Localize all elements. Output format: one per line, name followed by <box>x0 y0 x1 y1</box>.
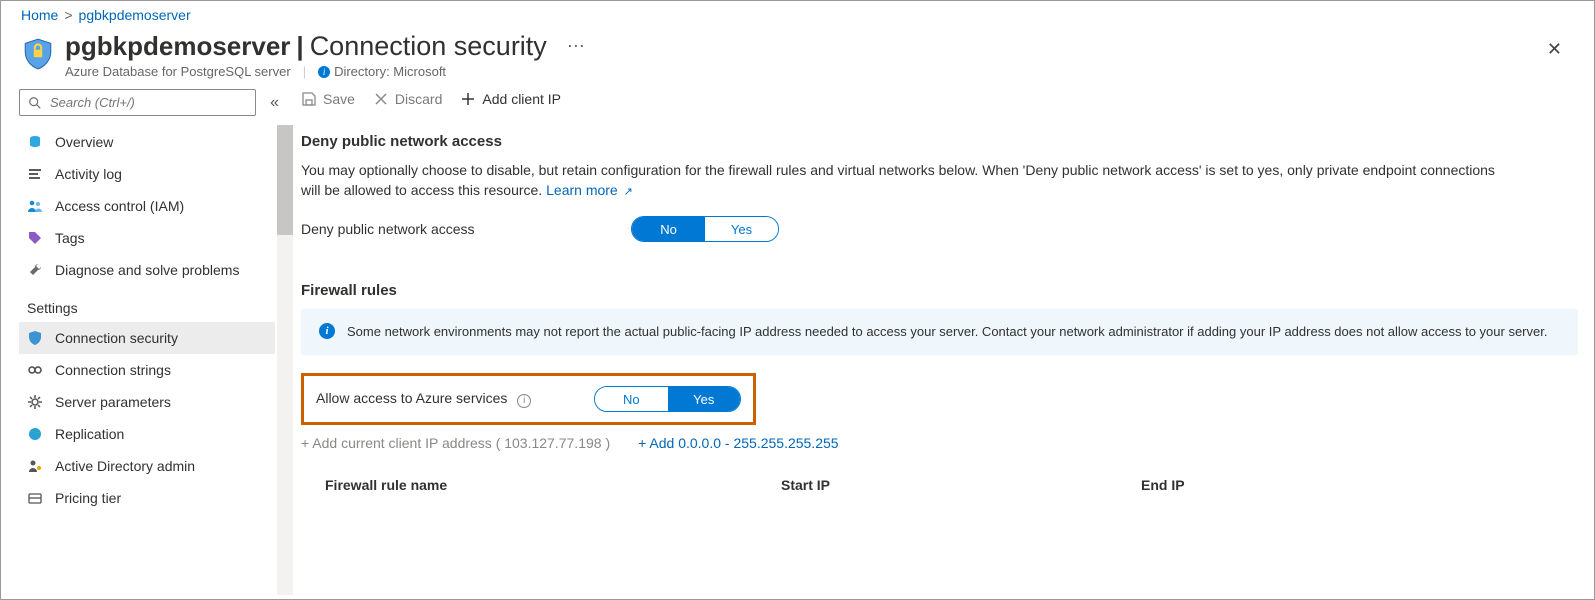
sidebar-item-server-parameters[interactable]: Server parameters <box>19 386 275 418</box>
sidebar-item-label: Connection security <box>55 330 178 346</box>
col-end-ip: End IP <box>1141 477 1461 493</box>
sidebar-nav: Overview Activity log Access control (IA… <box>19 126 293 514</box>
person-key-icon <box>27 458 43 474</box>
sidebar-item-label: Replication <box>55 426 124 442</box>
sidebar: « Overview Activity log Access control (… <box>1 89 293 595</box>
sidebar-item-activity-log[interactable]: Activity log <box>19 158 275 190</box>
deny-toggle-no[interactable]: No <box>632 217 705 241</box>
add-client-ip-button[interactable]: Add client IP <box>460 91 561 107</box>
save-icon <box>301 91 317 107</box>
help-icon[interactable]: i <box>517 394 531 408</box>
resource-type-label: Azure Database for PostgreSQL server <box>65 64 291 79</box>
search-icon <box>28 96 42 110</box>
allow-azure-yes[interactable]: Yes <box>668 387 740 411</box>
pricing-icon <box>27 490 43 506</box>
info-icon: i <box>319 323 335 339</box>
tag-icon <box>27 230 43 246</box>
allow-azure-toggle[interactable]: No Yes <box>594 386 741 412</box>
sidebar-item-tags[interactable]: Tags <box>19 222 275 254</box>
allow-azure-label: Allow access to Azure services i <box>316 390 594 408</box>
sidebar-scrollbar[interactable] <box>277 125 293 595</box>
col-rule-name: Firewall rule name <box>301 477 741 493</box>
col-start-ip: Start IP <box>781 477 1101 493</box>
search-input-wrapper[interactable] <box>19 89 256 116</box>
deny-toggle-yes[interactable]: Yes <box>705 217 778 241</box>
log-icon <box>27 166 43 182</box>
sidebar-item-iam[interactable]: Access control (IAM) <box>19 190 275 222</box>
shield-icon <box>21 37 55 71</box>
search-input[interactable] <box>48 94 247 111</box>
deny-public-access-toggle[interactable]: No Yes <box>631 216 779 242</box>
sidebar-item-label: Connection strings <box>55 362 171 378</box>
firewall-table-header: Firewall rule name Start IP End IP <box>301 477 1578 493</box>
save-label: Save <box>323 91 355 107</box>
sidebar-item-label: Server parameters <box>55 394 171 410</box>
shield-small-icon <box>27 330 43 346</box>
breadcrumb-home[interactable]: Home <box>21 7 58 23</box>
plus-icon <box>460 91 476 107</box>
plug-icon <box>27 362 43 378</box>
save-button[interactable]: Save <box>301 91 355 107</box>
section-title-firewall: Firewall rules <box>301 282 1578 299</box>
sidebar-section-settings: Settings <box>19 286 275 322</box>
people-icon <box>27 198 43 214</box>
add-current-ip-button[interactable]: + Add current client IP address ( 103.12… <box>301 435 610 451</box>
ellipsis-icon[interactable]: ⋯ <box>567 36 585 57</box>
chevron-right-icon: > <box>64 7 72 23</box>
discard-label: Discard <box>395 91 442 107</box>
sidebar-item-label: Diagnose and solve problems <box>55 262 239 278</box>
deny-description: You may optionally choose to disable, bu… <box>301 160 1501 202</box>
sidebar-item-diagnose[interactable]: Diagnose and solve problems <box>19 254 275 286</box>
sidebar-item-label: Pricing tier <box>55 490 121 506</box>
main-pane: Save Discard Add client IP Deny public n… <box>293 89 1594 595</box>
sidebar-item-label: Activity log <box>55 166 122 182</box>
sidebar-item-label: Active Directory admin <box>55 458 195 474</box>
globe-icon <box>27 426 43 442</box>
add-client-ip-label: Add client IP <box>482 91 561 107</box>
database-icon <box>27 134 43 150</box>
discard-icon <box>373 91 389 107</box>
firewall-add-links: + Add current client IP address ( 103.12… <box>301 435 1578 451</box>
breadcrumb-server[interactable]: pgbkpdemoserver <box>79 7 191 23</box>
allow-azure-row: Allow access to Azure services i No Yes <box>316 386 741 412</box>
sidebar-item-connection-strings[interactable]: Connection strings <box>19 354 275 386</box>
page-header: pgbkpdemoserver | Connection security ⋯ … <box>1 27 1594 89</box>
page-title-blade: Connection security <box>310 31 547 62</box>
sidebar-item-label: Overview <box>55 134 113 150</box>
sidebar-item-replication[interactable]: Replication <box>19 418 275 450</box>
info-icon: i Directory: Microsoft <box>318 64 446 79</box>
collapse-sidebar-icon[interactable]: « <box>266 90 283 116</box>
toolbar: Save Discard Add client IP <box>301 89 1578 117</box>
allow-azure-highlight: Allow access to Azure services i No Yes <box>301 373 756 425</box>
add-all-range-button[interactable]: + Add 0.0.0.0 - 255.255.255.255 <box>638 435 838 451</box>
learn-more-link[interactable]: Learn more ↗ <box>546 182 633 198</box>
sidebar-item-label: Access control (IAM) <box>55 198 184 214</box>
allow-azure-no[interactable]: No <box>595 387 667 411</box>
gear-icon <box>27 394 43 410</box>
external-link-icon: ↗ <box>624 186 633 198</box>
directory-label: Directory: Microsoft <box>334 64 446 79</box>
breadcrumb: Home > pgbkpdemoserver <box>1 1 1594 27</box>
section-title-deny: Deny public network access <box>301 133 1578 150</box>
discard-button[interactable]: Discard <box>373 91 442 107</box>
sidebar-item-overview[interactable]: Overview <box>19 126 275 158</box>
wrench-icon <box>27 262 43 278</box>
firewall-info-text: Some network environments may not report… <box>347 323 1547 341</box>
sidebar-item-label: Tags <box>55 230 85 246</box>
sidebar-item-ad-admin[interactable]: Active Directory admin <box>19 450 275 482</box>
page-title-resource: pgbkpdemoserver <box>65 31 290 62</box>
title-separator: | <box>296 31 303 62</box>
deny-toggle-row: Deny public network access No Yes <box>301 216 1578 242</box>
close-icon[interactable]: ✕ <box>1535 31 1574 68</box>
sidebar-item-pricing-tier[interactable]: Pricing tier <box>19 482 275 514</box>
firewall-info-banner: i Some network environments may not repo… <box>301 309 1578 355</box>
deny-toggle-label: Deny public network access <box>301 221 631 237</box>
sidebar-item-connection-security[interactable]: Connection security <box>19 322 275 354</box>
